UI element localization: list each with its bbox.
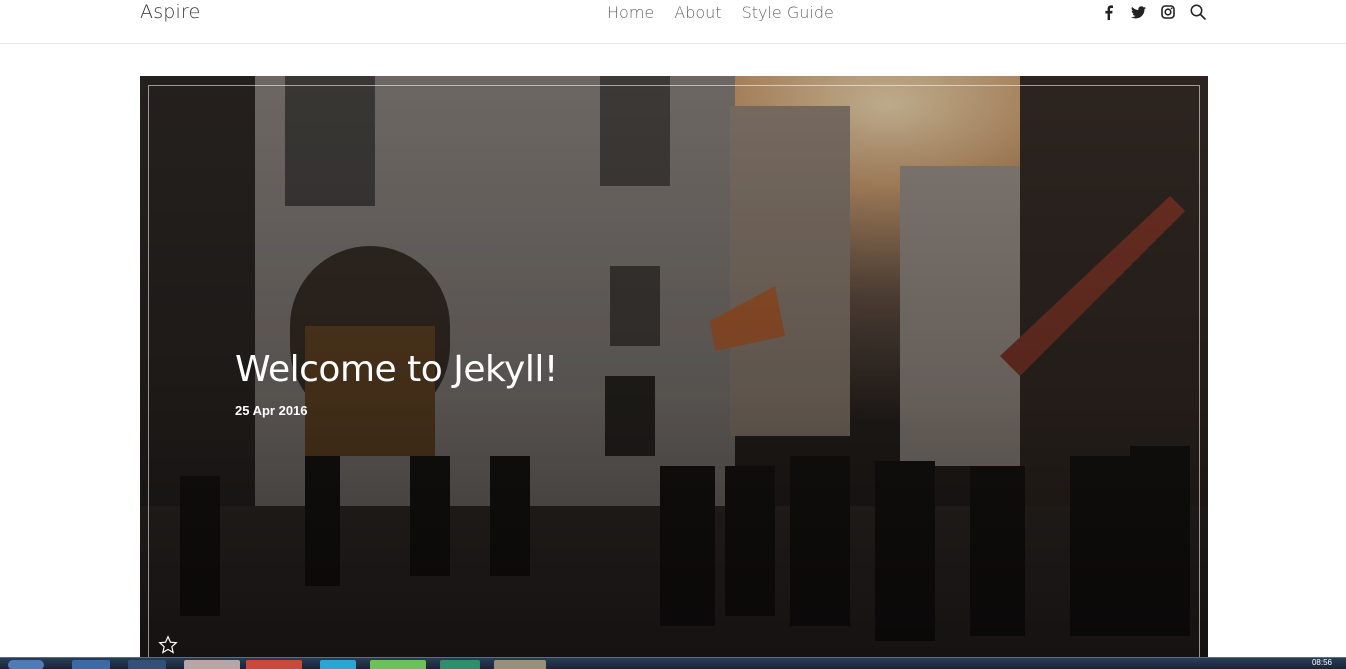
- taskbar-app[interactable]: [72, 660, 110, 669]
- main-nav: Home About Style Guide: [607, 3, 834, 22]
- taskbar-app[interactable]: [320, 660, 356, 669]
- taskbar-app[interactable]: [370, 660, 426, 669]
- taskbar-app[interactable]: [494, 660, 546, 669]
- taskbar-app[interactable]: [128, 660, 166, 669]
- taskbar-app[interactable]: [246, 660, 302, 669]
- start-button[interactable]: [8, 660, 44, 669]
- social-links: [1100, 4, 1206, 20]
- taskbar-app[interactable]: [184, 660, 240, 669]
- facebook-icon[interactable]: [1100, 4, 1116, 20]
- featured-post-hero[interactable]: Welcome to Jekyll! 25 Apr 2016: [140, 76, 1208, 657]
- post-date: 25 Apr 2016: [235, 403, 308, 418]
- post-title[interactable]: Welcome to Jekyll!: [235, 349, 558, 390]
- search-icon[interactable]: [1190, 4, 1206, 20]
- os-taskbar: 08:56: [0, 657, 1346, 669]
- instagram-icon[interactable]: [1160, 4, 1176, 20]
- taskbar-app[interactable]: [440, 660, 480, 669]
- star-icon[interactable]: [158, 635, 178, 657]
- nav-about[interactable]: About: [674, 3, 721, 22]
- site-brand[interactable]: Aspire: [140, 1, 201, 23]
- taskbar-clock[interactable]: 08:56: [1312, 658, 1332, 667]
- nav-style-guide[interactable]: Style Guide: [742, 3, 834, 22]
- twitter-icon[interactable]: [1130, 4, 1146, 20]
- site-header: Aspire Home About Style Guide: [0, 0, 1346, 44]
- nav-home[interactable]: Home: [607, 3, 654, 22]
